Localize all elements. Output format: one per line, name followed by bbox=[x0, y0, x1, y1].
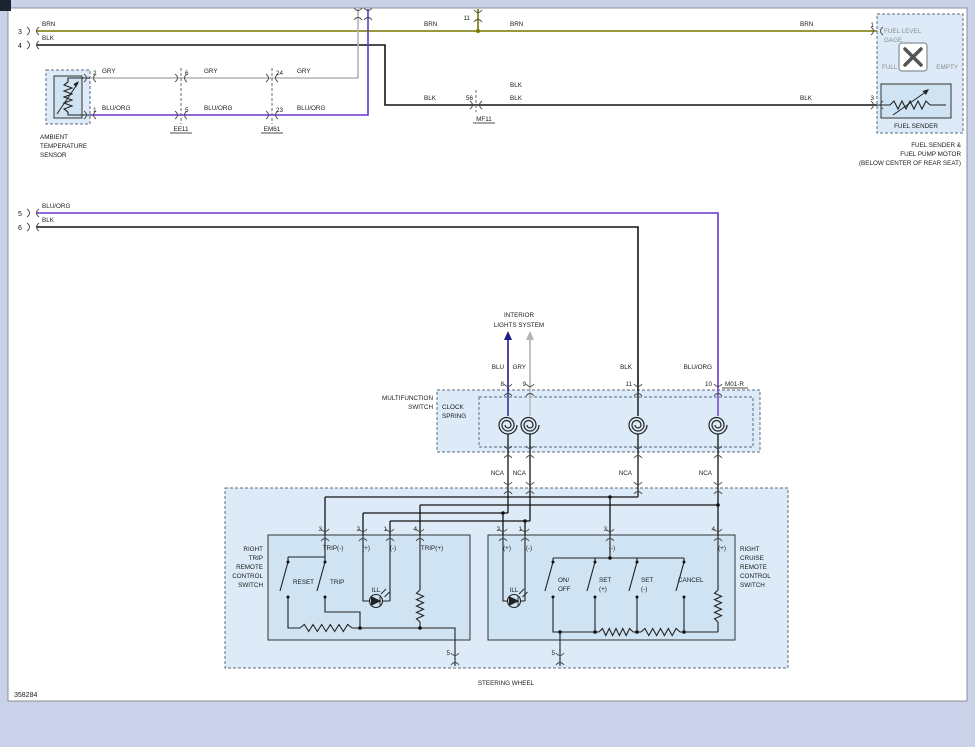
cruise-switch-name-line1: RIGHT bbox=[740, 546, 760, 553]
clock-spring-label-line1: CLOCK bbox=[442, 404, 464, 411]
em61-pin-24: 24 bbox=[276, 70, 284, 77]
trip-switch-name-line5: SWITCH bbox=[238, 582, 263, 589]
wire-label-gry: GRY bbox=[204, 68, 218, 75]
clock-spring-pin-11: 11 bbox=[625, 381, 632, 388]
cruise-switch-name-line4: CONTROL bbox=[740, 573, 771, 580]
clock-spring-label-line2: SPRING bbox=[442, 413, 466, 420]
cruise-pin-label-2: (-) bbox=[526, 545, 532, 552]
onoff-switch-label-line2: OFF bbox=[558, 586, 571, 593]
fuel-gauge-label-line2: GAGE bbox=[884, 37, 902, 44]
cruise-switch-name-line3: REMOTE bbox=[740, 564, 767, 571]
wire-label-blk: BLK bbox=[510, 82, 523, 89]
set-minus-switch-label-line2: (-) bbox=[641, 586, 647, 593]
multifunction-switch-outline bbox=[437, 390, 760, 452]
cruise-pin-label-4: (+) bbox=[718, 545, 726, 552]
mf11-pin-56: 56 bbox=[466, 95, 474, 102]
wire-label-brn: BRN bbox=[800, 21, 814, 28]
wire-label-blk: BLK bbox=[510, 95, 523, 102]
interior-lights-line1: INTERIOR bbox=[504, 312, 535, 319]
trip-switch-name-line2: TRIP bbox=[249, 555, 263, 562]
ground-pin-left: 5 bbox=[446, 650, 450, 657]
doc-number: 358284 bbox=[14, 692, 37, 699]
wire-label-blu-org: BLU/ORG bbox=[42, 203, 70, 210]
connector-link-mf11[interactable]: MF11 bbox=[476, 116, 492, 123]
multifunction-switch-label-line2: SWITCH bbox=[408, 404, 433, 411]
sensor-pin-2: 2 bbox=[93, 70, 97, 77]
trip-ill-label: ILL bbox=[372, 587, 381, 594]
multifunction-switch bbox=[437, 390, 760, 452]
cruise-switch-name-line2: CRUISE bbox=[740, 555, 764, 562]
wire-label-blk: BLK bbox=[42, 35, 55, 42]
trip-pin-label-4: TRIP(+) bbox=[421, 545, 443, 552]
wire-label-blu-org: BLU/ORG bbox=[102, 105, 130, 112]
fuel-empty-label: EMPTY bbox=[936, 64, 958, 71]
fuel-caption-line1: FUEL SENDER & bbox=[911, 142, 962, 149]
sensor-name-line3: SENSOR bbox=[40, 152, 67, 159]
cruise-ill-label: ILL bbox=[510, 587, 519, 594]
fuel-gauge-label-line1: FUEL LEVEL bbox=[884, 28, 922, 35]
trip-switch-name-line1: RIGHT bbox=[243, 546, 263, 553]
wire-label-blk: BLK bbox=[424, 95, 437, 102]
trip-switch-name-line4: CONTROL bbox=[232, 573, 263, 580]
reset-switch-label: RESET bbox=[293, 579, 314, 586]
wire-label-blu: BLU bbox=[492, 364, 505, 371]
set-minus-switch-label-line1: SET bbox=[641, 577, 653, 584]
connector-link-ee11[interactable]: EE11 bbox=[174, 126, 189, 133]
trip-switch-label: TRIP bbox=[330, 579, 344, 586]
fuel-sender-label: FUEL SENDER bbox=[894, 123, 938, 130]
wire-label-brn: BRN bbox=[424, 21, 438, 28]
wiring-diagram-page: 3 4 5 6 BRN BRN BRN BRN BLK BLK BLK BLK … bbox=[0, 0, 975, 747]
set-plus-switch-label-line2: (+) bbox=[599, 586, 607, 593]
wire-label-brn: BRN bbox=[510, 21, 524, 28]
steering-wheel-assembly bbox=[225, 488, 788, 668]
connector-link-m01r[interactable]: M01-R bbox=[725, 381, 744, 388]
wire-label-blu-org: BLU/ORG bbox=[204, 105, 232, 112]
wire-label-gry: GRY bbox=[512, 364, 526, 371]
wire-label-brn: BRN bbox=[42, 21, 56, 28]
wire-label-nca: NCA bbox=[699, 470, 713, 477]
wire-label-gry: GRY bbox=[297, 68, 311, 75]
wire-label-blk: BLK bbox=[620, 364, 633, 371]
fuel-caption-line2: FUEL PUMP MOTOR bbox=[900, 151, 961, 158]
sensor-name-line2: TEMPERATURE bbox=[40, 143, 87, 150]
wire-label-blk: BLK bbox=[800, 95, 813, 102]
trip-switch-name-line3: REMOTE bbox=[236, 564, 263, 571]
trip-pin-label-3: (-) bbox=[390, 545, 396, 552]
ambient-temperature-sensor bbox=[46, 70, 90, 124]
connector-link-em61[interactable]: EM61 bbox=[264, 126, 281, 133]
sensor-pin-1: 1 bbox=[93, 107, 97, 114]
wire-label-blu-org: BLU/ORG bbox=[297, 105, 325, 112]
onoff-switch-label-line1: ON/ bbox=[558, 577, 569, 584]
fuel-caption-line3: (BELOW CENTER OF REAR SEAT) bbox=[859, 160, 961, 167]
trip-pin-label-2: (+) bbox=[362, 545, 370, 552]
cancel-switch-label: CANCEL bbox=[678, 577, 704, 584]
ground-pin-right: 5 bbox=[551, 650, 555, 657]
steering-wheel-label: STEERING WHEEL bbox=[478, 680, 535, 687]
wire-label-gry: GRY bbox=[102, 68, 116, 75]
multifunction-switch-label-line1: MULTIFUNCTION bbox=[382, 395, 433, 402]
corner-artifact bbox=[0, 0, 11, 11]
set-plus-switch-label-line1: SET bbox=[599, 577, 611, 584]
cruise-pin-label-3: (-) bbox=[609, 545, 615, 552]
wire-label-blk: BLK bbox=[42, 217, 55, 224]
clock-spring-pin-10: 10 bbox=[705, 381, 713, 388]
edge-pin-3: 3 bbox=[18, 29, 22, 36]
wiring-diagram-canvas: 3 4 5 6 BRN BRN BRN BRN BLK BLK BLK BLK … bbox=[0, 0, 975, 747]
trip-pin-label-1: TRIP(-) bbox=[323, 545, 344, 552]
fuel-full-label: FULL bbox=[882, 64, 898, 71]
fuel-sender-body bbox=[881, 84, 951, 118]
wire-label-nca: NCA bbox=[491, 470, 505, 477]
wire-label-blu-org: BLU/ORG bbox=[684, 364, 712, 371]
sensor-name-line1: AMBIENT bbox=[40, 134, 68, 141]
edge-pin-6: 6 bbox=[18, 225, 22, 232]
interior-lights-line2: LIGHTS SYSTEM bbox=[494, 322, 544, 329]
cruise-pin-label-1: (+) bbox=[503, 545, 511, 552]
splice-pin-11: 11 bbox=[463, 15, 470, 22]
em61-pin-23: 23 bbox=[276, 107, 284, 114]
wire-label-nca: NCA bbox=[513, 470, 527, 477]
edge-pin-4: 4 bbox=[18, 43, 22, 50]
edge-pin-5: 5 bbox=[18, 211, 22, 218]
cruise-switch-name-line5: SWITCH bbox=[740, 582, 765, 589]
wire-label-nca: NCA bbox=[619, 470, 633, 477]
